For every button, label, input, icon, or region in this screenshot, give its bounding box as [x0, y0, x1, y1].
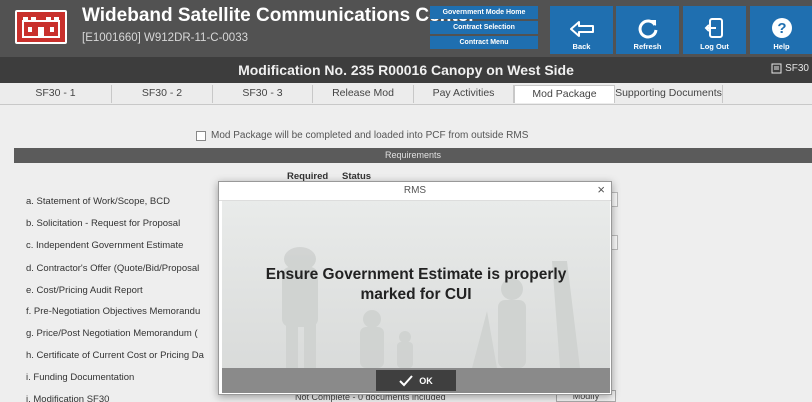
dialog-footer: OK	[222, 368, 610, 393]
back-button[interactable]: Back	[550, 6, 613, 54]
tab-release-mod[interactable]: Release Mod	[313, 85, 414, 103]
requirement-item: j. Modification SF30	[26, 394, 110, 402]
ok-button[interactable]: OK	[376, 370, 456, 391]
tab-sf30-3[interactable]: SF30 - 3	[213, 85, 313, 103]
outside-rms-label: Mod Package will be completed and loaded…	[211, 130, 529, 141]
tab-mod-package[interactable]: Mod Package	[514, 85, 615, 103]
outside-rms-checkbox[interactable]	[196, 130, 206, 141]
logout-label: Log Out	[700, 42, 729, 51]
contract-selection-button[interactable]: Contract Selection	[430, 21, 538, 34]
sf30-link-label: SF30	[785, 63, 809, 74]
dialog-body: Ensure Government Estimate is properly m…	[222, 201, 610, 368]
app-header: Wideband Satellite Communications Center…	[0, 0, 812, 57]
dialog-titlebar: RMS ×	[219, 182, 611, 201]
refresh-icon	[638, 19, 657, 39]
page-title: Modification No. 235 R00016 Canopy on We…	[238, 62, 574, 78]
help-icon: ?	[771, 18, 792, 38]
castle-icon[interactable]	[15, 10, 67, 44]
rms-dialog: RMS × Ensure Government Estimate is prop…	[218, 181, 612, 395]
outside-rms-option: Mod Package will be completed and loaded…	[196, 130, 528, 141]
requirement-item: c. Independent Government Estimate	[26, 240, 184, 251]
help-button[interactable]: ? Help	[750, 6, 812, 54]
back-arrow-icon	[569, 21, 594, 37]
app-title: Wideband Satellite Communications Center	[82, 5, 476, 26]
logout-icon	[704, 18, 723, 38]
sf30-link[interactable]: SF30	[771, 63, 809, 74]
contract-menu-button[interactable]: Contract Menu	[430, 36, 538, 49]
dialog-title: RMS	[403, 185, 427, 196]
refresh-label: Refresh	[633, 42, 662, 51]
close-icon[interactable]: ×	[597, 182, 605, 197]
requirement-item: b. Solicitation - Request for Proposal	[26, 218, 181, 229]
ok-label: OK	[419, 375, 433, 386]
logout-button[interactable]: Log Out	[683, 6, 746, 54]
page-title-bar: Modification No. 235 R00016 Canopy on We…	[0, 57, 812, 83]
checkmark-icon	[399, 374, 413, 386]
requirement-item: h. Certificate of Current Cost or Pricin…	[26, 350, 204, 361]
back-label: Back	[572, 42, 591, 51]
dialog-message: Ensure Government Estimate is properly m…	[265, 266, 567, 303]
requirement-item: i. Funding Documentation	[26, 372, 135, 383]
refresh-button[interactable]: Refresh	[616, 6, 679, 54]
requirements-header: Requirements	[14, 148, 812, 163]
tab-sf30-2[interactable]: SF30 - 2	[112, 85, 213, 103]
tab-supporting-documents[interactable]: Supporting Documents	[615, 85, 723, 103]
requirement-item: d. Contractor's Offer (Quote/Bid/Proposa…	[26, 263, 200, 274]
requirement-item: e. Cost/Pricing Audit Report	[26, 285, 143, 296]
requirement-item: a. Statement of Work/Scope, BCD	[26, 196, 170, 207]
document-icon	[771, 63, 782, 74]
mode-menu: Government Mode Home Contract Selection …	[430, 6, 538, 49]
tab-pay-activities[interactable]: Pay Activities	[414, 85, 514, 103]
government-mode-home-button[interactable]: Government Mode Home	[430, 6, 538, 19]
tab-bar: SF30 - 1 SF30 - 2 SF30 - 3 Release Mod P…	[0, 83, 812, 105]
contract-id: [E1001660] W912DR-11-C-0033	[82, 32, 248, 44]
help-label: Help	[773, 42, 790, 51]
requirement-item: f. Pre-Negotiation Objectives Memorandu	[26, 306, 201, 317]
requirement-item: g. Price/Post Negotiation Memorandum (	[26, 328, 198, 339]
tab-sf30-1[interactable]: SF30 - 1	[0, 85, 112, 103]
svg-text:?: ?	[777, 20, 786, 37]
